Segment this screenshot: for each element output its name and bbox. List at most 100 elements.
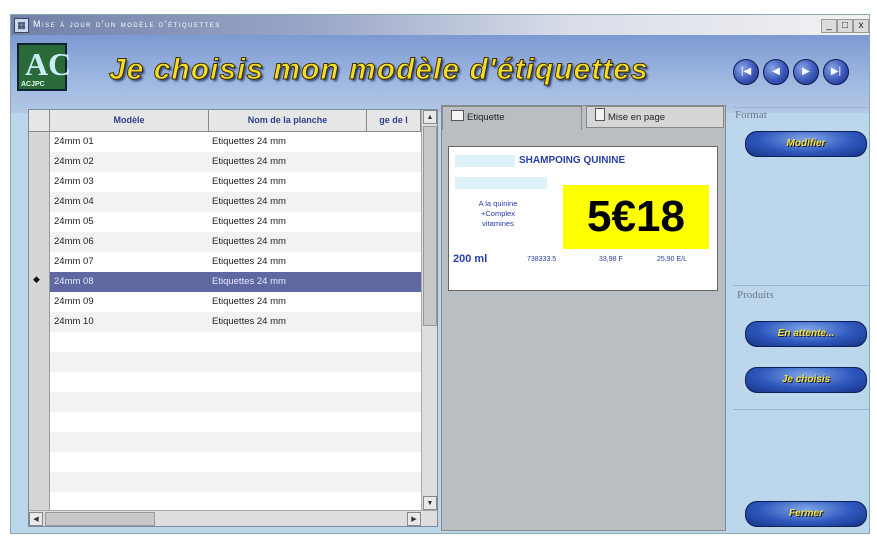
products-label: Produits	[737, 289, 774, 301]
preview-tab-panel: Etiquette Mise en page SHAMPOING QUININE…	[441, 105, 726, 531]
close-button[interactable]: Fermer	[745, 501, 867, 527]
table-row[interactable]: 24mm 08 Etiquettes 24 mm	[50, 272, 421, 292]
format-label: Format	[735, 109, 767, 121]
column-header-sheet[interactable]: Nom de la planche	[209, 110, 367, 131]
note-line-3: vitamines	[482, 219, 514, 228]
tab-etiquette[interactable]: Etiquette	[442, 106, 582, 130]
model-cell[interactable]: 24mm 02	[54, 152, 204, 172]
label-icon	[451, 110, 464, 121]
page-title: Je choisis mon modèle d'étiquettes	[109, 53, 649, 87]
franc-price: 33,98 F	[599, 256, 623, 263]
grid-header: Modèle Nom de la planche ge de l	[29, 110, 437, 132]
sheet-cell[interactable]: Etiquettes 24 mm	[212, 312, 362, 332]
sheet-cell[interactable]: Etiquettes 24 mm	[212, 252, 362, 272]
logo-mark: AC	[25, 46, 72, 82]
note-line-1: A la quinine	[478, 199, 518, 208]
choose-button[interactable]: Je choisis	[745, 367, 867, 393]
model-cell[interactable]: 24mm 03	[54, 172, 204, 192]
tab-mise-en-page[interactable]: Mise en page	[586, 106, 724, 128]
faded-brand-text	[455, 155, 515, 167]
page-icon	[595, 108, 605, 121]
sheet-cell[interactable]: Etiquettes 24 mm	[212, 152, 362, 172]
sheet-cell[interactable]: Etiquettes 24 mm	[212, 192, 362, 212]
table-row[interactable]	[50, 452, 421, 472]
table-row[interactable]	[50, 352, 421, 372]
modify-button[interactable]: Modifier	[745, 131, 867, 157]
label-preview: SHAMPOING QUININE A la quinine +Complex …	[448, 146, 718, 291]
table-row[interactable]	[50, 392, 421, 412]
table-row[interactable]: 24mm 04 Etiquettes 24 mm	[50, 192, 421, 212]
row-selector-column[interactable]: ◆	[29, 132, 50, 512]
product-code: 738333.5	[527, 256, 557, 263]
table-row[interactable]: 24mm 03 Etiquettes 24 mm	[50, 172, 421, 192]
table-row[interactable]: 24mm 05 Etiquettes 24 mm	[50, 212, 421, 232]
app-logo: AC ACJPC	[17, 43, 71, 91]
tab-etiquette-label: Etiquette	[467, 112, 505, 123]
faded-subtitle	[455, 177, 547, 189]
next-record-button[interactable]: ▶	[793, 59, 819, 85]
logo-text: ACJPC	[21, 81, 45, 88]
scroll-right-button[interactable]: ▶	[407, 512, 421, 526]
tab-mise-en-page-label: Mise en page	[608, 112, 666, 123]
current-row-marker: ◆	[33, 274, 40, 284]
table-row[interactable]: 24mm 07 Etiquettes 24 mm	[50, 252, 421, 272]
sheet-cell[interactable]: Etiquettes 24 mm	[212, 212, 362, 232]
unit-price: 25,90 E/L	[657, 256, 687, 263]
note-line-2: +Complex	[481, 209, 515, 218]
app-icon: ▦	[14, 18, 29, 33]
first-record-button[interactable]: |◀	[733, 59, 759, 85]
table-row[interactable]	[50, 372, 421, 392]
waiting-button[interactable]: En attente...	[745, 321, 867, 347]
sheet-cell[interactable]: Etiquettes 24 mm	[212, 172, 362, 192]
horizontal-scrollbar[interactable]: ◀ ▶	[29, 510, 437, 526]
scroll-up-button[interactable]: ▲	[423, 110, 437, 124]
row-header-corner	[29, 110, 50, 131]
sheet-cell[interactable]: Etiquettes 24 mm	[212, 232, 362, 252]
table-row[interactable]	[50, 412, 421, 432]
model-cell[interactable]: 24mm 10	[54, 312, 204, 332]
table-row[interactable]: 24mm 02 Etiquettes 24 mm	[50, 152, 421, 172]
maximize-button[interactable]: □	[837, 19, 853, 33]
window-title: Mise à jour d'un modèle d'étiquettes	[33, 19, 221, 29]
product-name: SHAMPOING QUININE	[519, 155, 626, 166]
model-grid[interactable]: Modèle Nom de la planche ge de l ◆ 24mm …	[28, 109, 438, 527]
sheet-cell[interactable]: Etiquettes 24 mm	[212, 272, 362, 292]
divider	[733, 285, 869, 286]
column-header-model[interactable]: Modèle	[50, 110, 209, 131]
table-row[interactable]: 24mm 09 Etiquettes 24 mm	[50, 292, 421, 312]
app-window: ▦ Mise à jour d'un modèle d'étiquettes _…	[10, 14, 870, 534]
previous-record-button[interactable]: ◀	[763, 59, 789, 85]
sheet-cell[interactable]: Etiquettes 24 mm	[212, 132, 362, 152]
horizontal-scroll-thumb[interactable]	[45, 512, 155, 526]
model-cell[interactable]: 24mm 01	[54, 132, 204, 152]
table-row[interactable]	[50, 432, 421, 452]
model-cell[interactable]: 24mm 05	[54, 212, 204, 232]
vertical-scrollbar[interactable]: ▲ ▼	[421, 110, 437, 510]
header-banner: AC ACJPC Je choisis mon modèle d'étiquet…	[11, 35, 869, 113]
model-cell[interactable]: 24mm 08	[54, 272, 204, 292]
table-row[interactable]	[50, 492, 421, 512]
grid-rows: 24mm 01 Etiquettes 24 mm 24mm 02 Etiquettes…	[50, 132, 421, 512]
scroll-left-button[interactable]: ◀	[29, 512, 43, 526]
minimize-button[interactable]: _	[821, 19, 837, 33]
vertical-scroll-thumb[interactable]	[423, 126, 437, 326]
scroll-down-button[interactable]: ▼	[423, 496, 437, 510]
price: 5€18	[587, 192, 685, 241]
model-cell[interactable]: 24mm 04	[54, 192, 204, 212]
price-box: 5€18	[563, 185, 709, 249]
model-cell[interactable]: 24mm 07	[54, 252, 204, 272]
table-row[interactable]: 24mm 06 Etiquettes 24 mm	[50, 232, 421, 252]
table-row[interactable]: 24mm 01 Etiquettes 24 mm	[50, 132, 421, 152]
model-cell[interactable]: 24mm 09	[54, 292, 204, 312]
table-row[interactable]	[50, 472, 421, 492]
table-row[interactable]	[50, 332, 421, 352]
product-note: A la quinine +Complex vitamines	[463, 199, 533, 229]
close-window-button[interactable]: x	[853, 19, 869, 33]
last-record-button[interactable]: ▶|	[823, 59, 849, 85]
sheet-cell[interactable]: Etiquettes 24 mm	[212, 292, 362, 312]
column-header-partial[interactable]: ge de l	[367, 110, 421, 131]
title-bar[interactable]: ▦ Mise à jour d'un modèle d'étiquettes _…	[11, 15, 869, 35]
model-cell[interactable]: 24mm 06	[54, 232, 204, 252]
table-row[interactable]: 24mm 10 Etiquettes 24 mm	[50, 312, 421, 332]
divider	[733, 409, 869, 410]
